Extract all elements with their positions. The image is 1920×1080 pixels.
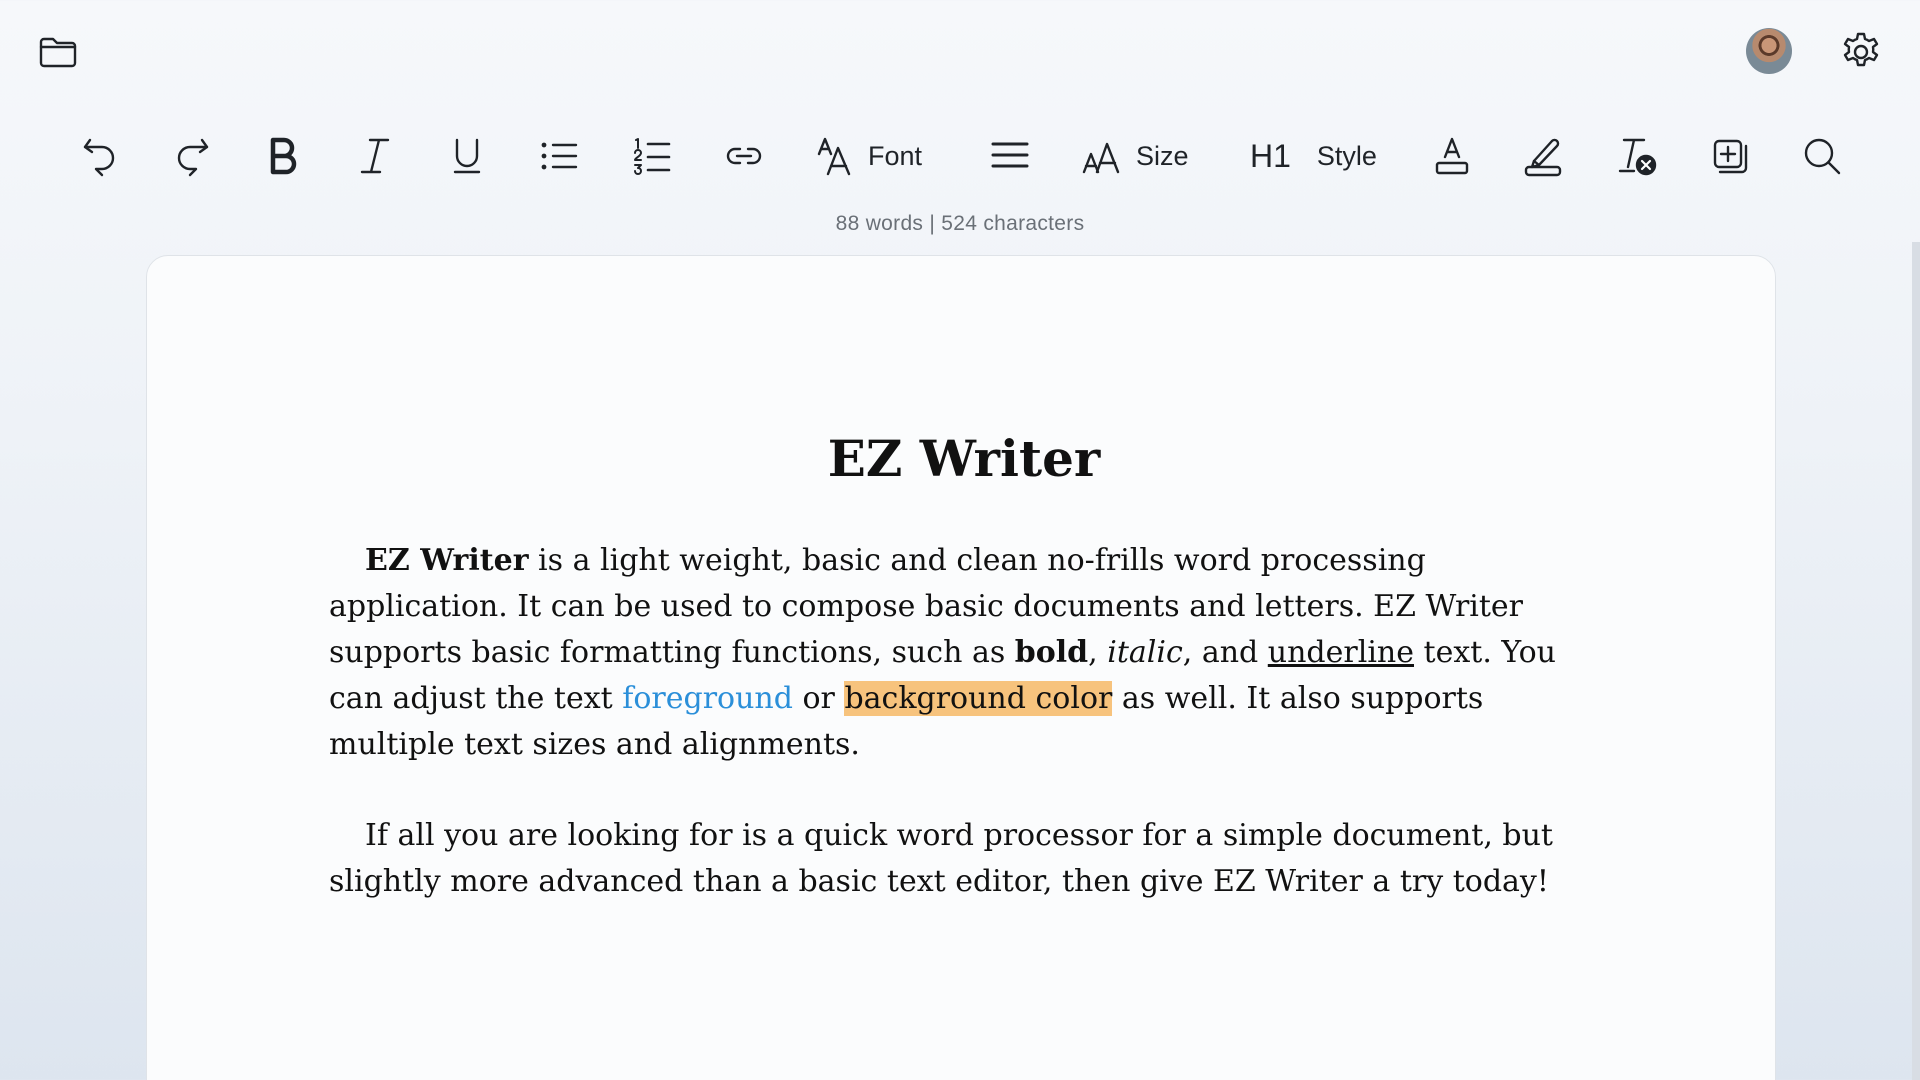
paragraph-2: If all you are looking for is a quick wo… [329, 818, 1553, 899]
redo-icon[interactable] [172, 130, 212, 182]
document-page[interactable]: EZ Writer EZ Writer is a light weight, b… [146, 255, 1776, 1080]
foreground-color-sample: foreground [622, 681, 793, 716]
size-button[interactable]: Size [1082, 130, 1189, 182]
top-bar [0, 0, 1920, 100]
background-color-sample: background color [844, 681, 1113, 716]
undo-icon[interactable] [80, 130, 120, 182]
gear-icon[interactable] [1836, 27, 1886, 77]
scrollbar[interactable] [1912, 242, 1920, 1080]
search-icon[interactable] [1802, 130, 1842, 182]
text-run: , [1088, 635, 1108, 670]
align-icon[interactable] [990, 130, 1030, 182]
link-icon[interactable] [724, 130, 764, 182]
word-count-status: 88 words | 524 characters [835, 212, 1085, 235]
text-size-icon [1082, 142, 1120, 174]
font-icon [817, 137, 851, 176]
numbered-list-icon[interactable] [632, 130, 672, 182]
highlighter-icon[interactable] [1524, 130, 1564, 182]
formatting-toolbar: Font Size H1 Style [0, 130, 1920, 182]
style-button[interactable]: H1 Style [1250, 130, 1377, 182]
document-title: EZ Writer [827, 429, 1101, 488]
heading-icon: H1 [1250, 137, 1291, 174]
italic-icon[interactable] [358, 130, 392, 182]
paragraph-1: EZ Writer is a light weight, basic and c… [329, 538, 1599, 768]
size-label: Size [1136, 140, 1189, 171]
bold-intro: EZ Writer [365, 543, 529, 578]
text-run: or [792, 681, 845, 716]
font-label: Font [868, 140, 923, 171]
font-button[interactable]: Font [816, 130, 922, 182]
clear-format-icon[interactable] [1618, 130, 1662, 182]
bold-sample: bold [1014, 635, 1089, 670]
folder-icon[interactable] [34, 30, 82, 74]
insert-icon[interactable] [1710, 130, 1750, 182]
avatar[interactable] [1746, 28, 1792, 74]
document-body[interactable]: EZ Writer EZ Writer is a light weight, b… [329, 426, 1599, 950]
italic-sample: italic [1107, 635, 1183, 670]
bullet-list-icon[interactable] [540, 130, 580, 182]
underline-sample: underline [1267, 635, 1414, 670]
style-label: Style [1316, 140, 1377, 171]
text-run: , and [1182, 635, 1268, 670]
bold-icon[interactable] [268, 130, 298, 182]
text-color-icon[interactable] [1434, 130, 1470, 182]
underline-icon[interactable] [451, 130, 483, 182]
